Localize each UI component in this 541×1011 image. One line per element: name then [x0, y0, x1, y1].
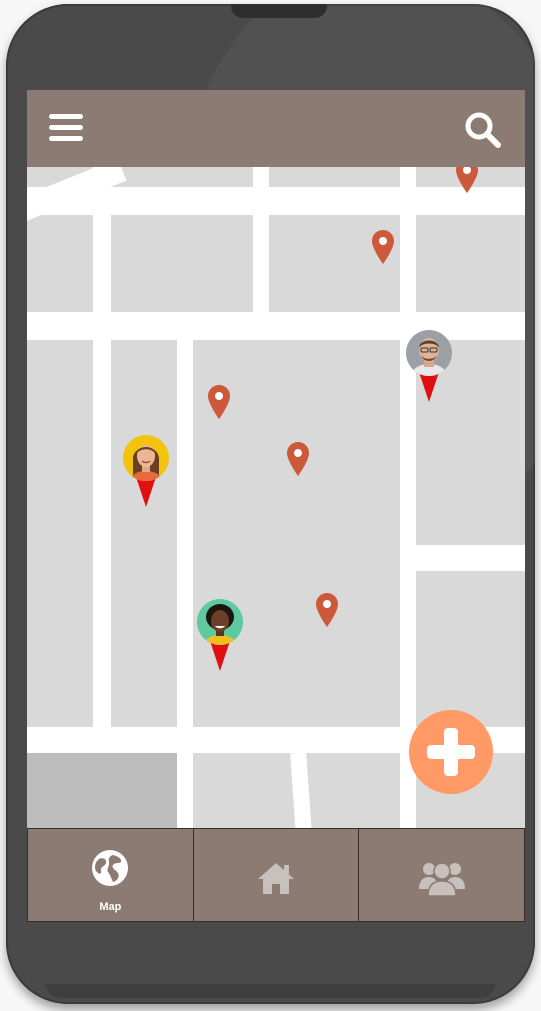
home-icon: [258, 863, 294, 894]
bottom-nav: Map: [27, 828, 525, 922]
avatar: [123, 435, 169, 481]
nav-item-home[interactable]: [192, 828, 359, 922]
nav-item-users[interactable]: [358, 828, 525, 922]
add-button[interactable]: [409, 710, 493, 794]
map-pin-icon[interactable]: [316, 593, 338, 627]
map-pin-icon[interactable]: [372, 230, 394, 264]
map-road: [27, 187, 525, 215]
hamburger-menu-icon[interactable]: [49, 112, 83, 144]
nav-label-map: Map: [99, 901, 122, 913]
app-screen: Map: [27, 90, 525, 922]
nav-item-map[interactable]: Map: [27, 828, 193, 922]
map-pin-icon[interactable]: [287, 442, 309, 476]
map-road: [416, 545, 525, 571]
user-avatar-marker[interactable]: [406, 330, 452, 404]
map-road: [290, 752, 312, 828]
user-avatar-marker[interactable]: [123, 435, 169, 509]
globe-icon: [92, 850, 129, 886]
user-avatar-marker[interactable]: [197, 599, 243, 673]
map-pin-icon[interactable]: [208, 385, 230, 419]
users-group-icon: [418, 862, 465, 897]
map-block-dark: [27, 753, 177, 828]
page: Map: [0, 0, 541, 1011]
avatar: [197, 599, 243, 645]
phone-speaker: [231, 4, 327, 18]
search-icon[interactable]: [463, 110, 503, 150]
plus-icon-bar: [427, 745, 475, 759]
phone-bottom-edge: [46, 984, 495, 998]
map-pin-icon[interactable]: [456, 167, 478, 193]
avatar: [406, 330, 452, 376]
app-header: [27, 90, 525, 167]
